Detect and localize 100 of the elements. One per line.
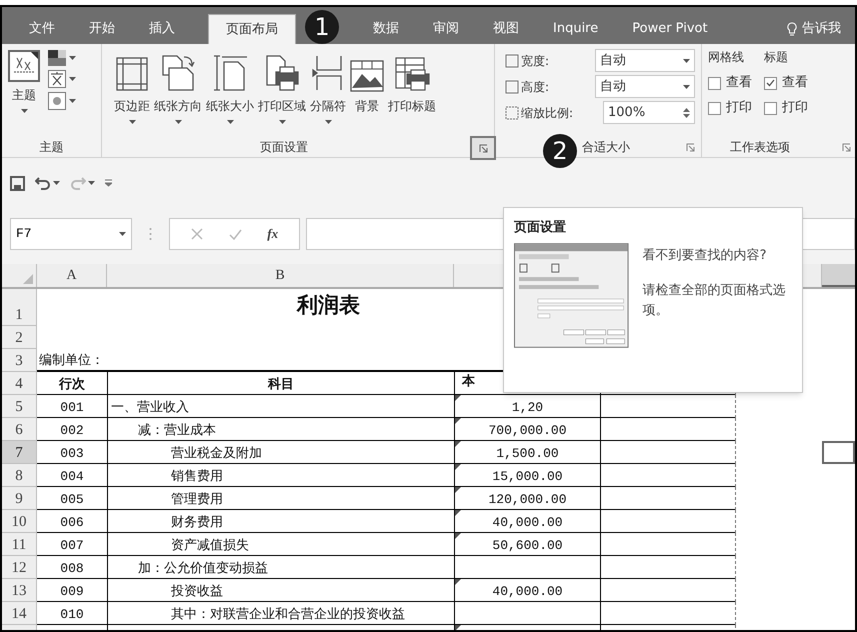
row-header[interactable]: 10 (2, 510, 37, 533)
table-cell: 15,000.00 (454, 464, 600, 487)
print-titles-icon (394, 56, 430, 92)
table-cell-text: 财务费用 (171, 514, 223, 532)
undo-icon[interactable] (35, 176, 51, 190)
checkbox-label: 打印 (782, 99, 808, 118)
print-area-icon (264, 54, 300, 92)
row-header[interactable]: 11 (2, 533, 37, 556)
table-cell-text: 营业税金及附加 (171, 444, 262, 462)
table-cell-text: 003 (60, 444, 84, 462)
checkbox-label: 打印 (726, 99, 752, 118)
table-cell: 1,500.00 (454, 441, 600, 464)
table-cell-text: 管理费用 (171, 490, 223, 508)
row-header[interactable]: 1 (2, 289, 37, 326)
column-heading: 行次 (59, 376, 85, 394)
spinner-arrows-icon (683, 106, 690, 118)
theme-fonts-button[interactable] (48, 70, 76, 88)
caret-icon (20, 109, 28, 113)
row-header[interactable]: 6 (2, 418, 37, 441)
dialog-launcher-button[interactable] (470, 136, 496, 160)
caret-icon (324, 120, 332, 124)
background-image-icon (350, 60, 384, 92)
themes-button[interactable]: 主题 (6, 50, 42, 137)
width-icon (505, 54, 519, 68)
row-header[interactable]: 9 (2, 487, 37, 510)
table-cell-text: 一、营业收入 (111, 398, 189, 416)
option-heading: 标题 (764, 49, 789, 66)
scale-icon (505, 106, 519, 120)
table-cell-text: 004 (60, 468, 84, 486)
table-cell-text: 005 (60, 490, 84, 508)
theme-colors-button[interactable] (48, 50, 76, 66)
tell-me-button[interactable]: 告诉我 (781, 14, 847, 44)
row-header[interactable]: 3 (2, 349, 37, 372)
ribbon-tab[interactable]: 插入 (132, 14, 192, 44)
table-cell-text: 销售费用 (171, 468, 223, 486)
row-header[interactable]: 12 (2, 556, 37, 579)
dropdown-field[interactable]: 自动 (595, 75, 695, 98)
table-cell-text: 投资收益 (171, 582, 223, 600)
scale-spinner[interactable]: 100% (603, 101, 695, 124)
ribbon-button[interactable]: 页边距 (112, 52, 152, 137)
sheet-title: 利润表 (297, 292, 360, 319)
checkbox[interactable] (764, 76, 777, 90)
tooltip-hint: 请检查全部的页面格式选项。 (642, 282, 787, 320)
ribbon-tab[interactable]: 文件 (12, 14, 72, 44)
table-cell-text: 007 (60, 536, 84, 554)
ribbon-tab[interactable]: 审阅 (416, 14, 476, 44)
row-header[interactable]: 8 (2, 464, 37, 487)
column-header[interactable]: A (37, 264, 107, 287)
row-header[interactable]: 2 (2, 326, 37, 349)
name-box[interactable]: F7 (10, 218, 132, 250)
column-header[interactable] (822, 264, 855, 287)
table-cell-text: 资产减值损失 (171, 536, 249, 554)
step-badge: 2 (543, 134, 577, 168)
row-header[interactable]: 4 (2, 372, 37, 395)
row-header[interactable]: 13 (2, 579, 37, 602)
ribbon-tab[interactable]: Inquire (536, 14, 616, 44)
caret-icon (119, 232, 126, 236)
dropdown-field[interactable]: 自动 (595, 49, 695, 72)
save-icon[interactable] (10, 176, 25, 190)
table-cell-text: 008 (60, 560, 84, 578)
launcher-icon (478, 144, 488, 152)
checkbox[interactable] (764, 102, 777, 114)
ribbon-tab[interactable]: 数据 (356, 14, 416, 44)
caret-icon (69, 77, 76, 81)
ribbon-button[interactable]: 打印标题 (386, 52, 438, 137)
insert-function-button[interactable]: fx (267, 224, 278, 244)
group-label: 主题 (40, 139, 64, 156)
table-cell: 40,000.00 (454, 579, 600, 602)
theme-effects-button[interactable] (48, 92, 76, 110)
row-header[interactable]: 14 (2, 602, 37, 625)
caret-icon (88, 181, 95, 185)
selected-cell[interactable] (822, 441, 855, 464)
ribbon-tab[interactable]: 页面布局 (208, 14, 296, 44)
ribbon-button[interactable]: 分隔符 (308, 52, 348, 137)
caret-icon (226, 120, 234, 124)
field-label: 宽度: (521, 52, 550, 70)
ribbon-button[interactable]: 纸张大小 (204, 52, 256, 137)
table-cell-text: 006 (60, 514, 84, 532)
group-label: 工作表选项 (730, 139, 790, 156)
ribbon-tab[interactable]: 视图 (476, 14, 536, 44)
checkbox[interactable] (708, 76, 721, 90)
table-cell-text: 加：公允价值变动损益 (138, 560, 268, 578)
column-header[interactable]: B (107, 264, 454, 287)
row-header[interactable]: 7 (2, 441, 37, 464)
color-swatch-icon (48, 50, 66, 66)
ribbon-button[interactable]: 背景 (348, 52, 386, 137)
ribbon-tab[interactable]: 开始 (72, 14, 132, 44)
caret-icon (53, 181, 60, 185)
checkbox[interactable] (708, 102, 721, 114)
customize-toolbar-icon[interactable] (105, 179, 112, 187)
table-cell: 50,600.00 (454, 533, 600, 556)
ribbon-button[interactable]: 打印区域 (256, 52, 308, 137)
table-cell: 700,000.00 (454, 418, 600, 441)
ribbon-button[interactable]: 纸张方向 (152, 52, 204, 137)
ribbon-tab[interactable]: Power Pivot (615, 14, 725, 44)
margins-icon (115, 56, 149, 92)
caret-icon (683, 58, 690, 62)
table-cell-text: 002 (60, 422, 84, 440)
page-orientation-icon (160, 54, 196, 92)
row-header[interactable]: 5 (2, 395, 37, 418)
